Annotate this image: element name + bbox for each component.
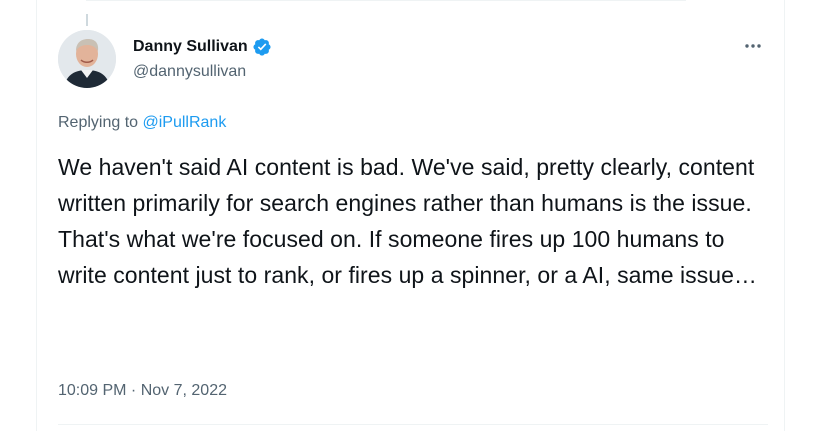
tweet-timestamp[interactable]: 10:09 PM · Nov 7, 2022 [58, 381, 227, 401]
verified-badge-icon [253, 38, 271, 56]
top-divider [86, 0, 686, 1]
more-dots-icon [745, 44, 761, 48]
person-avatar-icon [58, 30, 116, 88]
avatar[interactable] [58, 30, 116, 88]
tweet-text: We haven't said AI content is bad. We've… [58, 154, 757, 288]
reply-mention-link[interactable]: @iPullRank [143, 114, 227, 131]
bottom-divider [58, 424, 768, 425]
replying-to-label: Replying to [58, 114, 143, 131]
more-options-button[interactable] [740, 36, 766, 56]
author-display-name[interactable]: Danny Sullivan [133, 37, 248, 57]
replying-to-line: Replying to @iPullRank [58, 113, 226, 133]
author-handle[interactable]: @dannysullivan [133, 62, 246, 82]
author-name-row[interactable]: Danny Sullivan [133, 36, 272, 58]
thread-connector-line [86, 14, 88, 26]
